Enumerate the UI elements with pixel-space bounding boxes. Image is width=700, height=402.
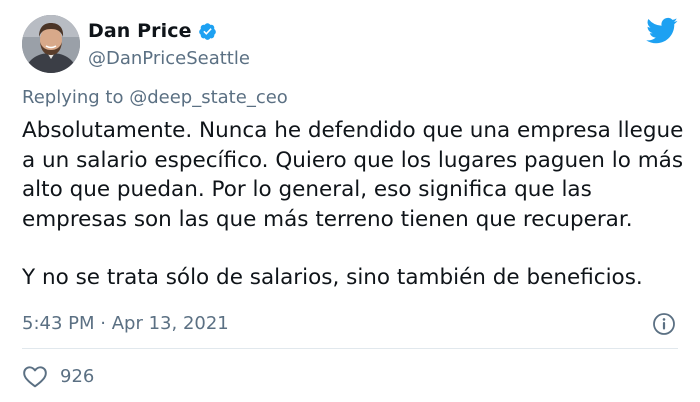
replying-to-label: Replying to bbox=[22, 87, 124, 108]
avatar-image bbox=[22, 15, 80, 73]
replying-to-line: Replying to @deep_state_ceo bbox=[22, 87, 288, 108]
tweet-timestamp[interactable]: 5:43 PM · Apr 13, 2021 bbox=[22, 313, 229, 334]
tweet-text: Absolutamente. Nunca he defendido que un… bbox=[22, 116, 684, 293]
divider bbox=[22, 348, 678, 349]
author-block: Dan Price @DanPriceSeattle bbox=[88, 20, 250, 69]
like-action[interactable]: 926 bbox=[22, 364, 94, 388]
tweet-card: Dan Price @DanPriceSeattle Replying to @… bbox=[0, 0, 700, 402]
twitter-bird-icon[interactable] bbox=[646, 17, 678, 45]
tweet-line: empresas son las que más terreno tienen … bbox=[22, 206, 633, 232]
heart-icon[interactable] bbox=[22, 364, 48, 388]
author-name[interactable]: Dan Price bbox=[88, 20, 192, 42]
info-icon[interactable] bbox=[652, 312, 676, 336]
verified-badge-icon bbox=[198, 22, 217, 41]
tweet-line: Absolutamente. Nunca he defendido que un… bbox=[22, 118, 684, 143]
reply-mention-link[interactable]: @deep_state_ceo bbox=[129, 87, 288, 108]
tweet-line: alto que puedan. Por lo general, eso sig… bbox=[22, 177, 592, 202]
timestamp-separator: · bbox=[100, 313, 106, 334]
like-count: 926 bbox=[60, 365, 95, 387]
tweet-line: a un salario específico. Quiero que los … bbox=[22, 147, 684, 173]
tweet-date: Apr 13, 2021 bbox=[111, 313, 229, 334]
avatar[interactable] bbox=[22, 15, 80, 73]
tweet-time: 5:43 PM bbox=[22, 313, 95, 334]
author-handle[interactable]: @DanPriceSeattle bbox=[88, 48, 250, 69]
author-name-row: Dan Price bbox=[88, 20, 250, 42]
tweet-line: Y no se trata sólo de salarios, sino tam… bbox=[22, 265, 643, 290]
